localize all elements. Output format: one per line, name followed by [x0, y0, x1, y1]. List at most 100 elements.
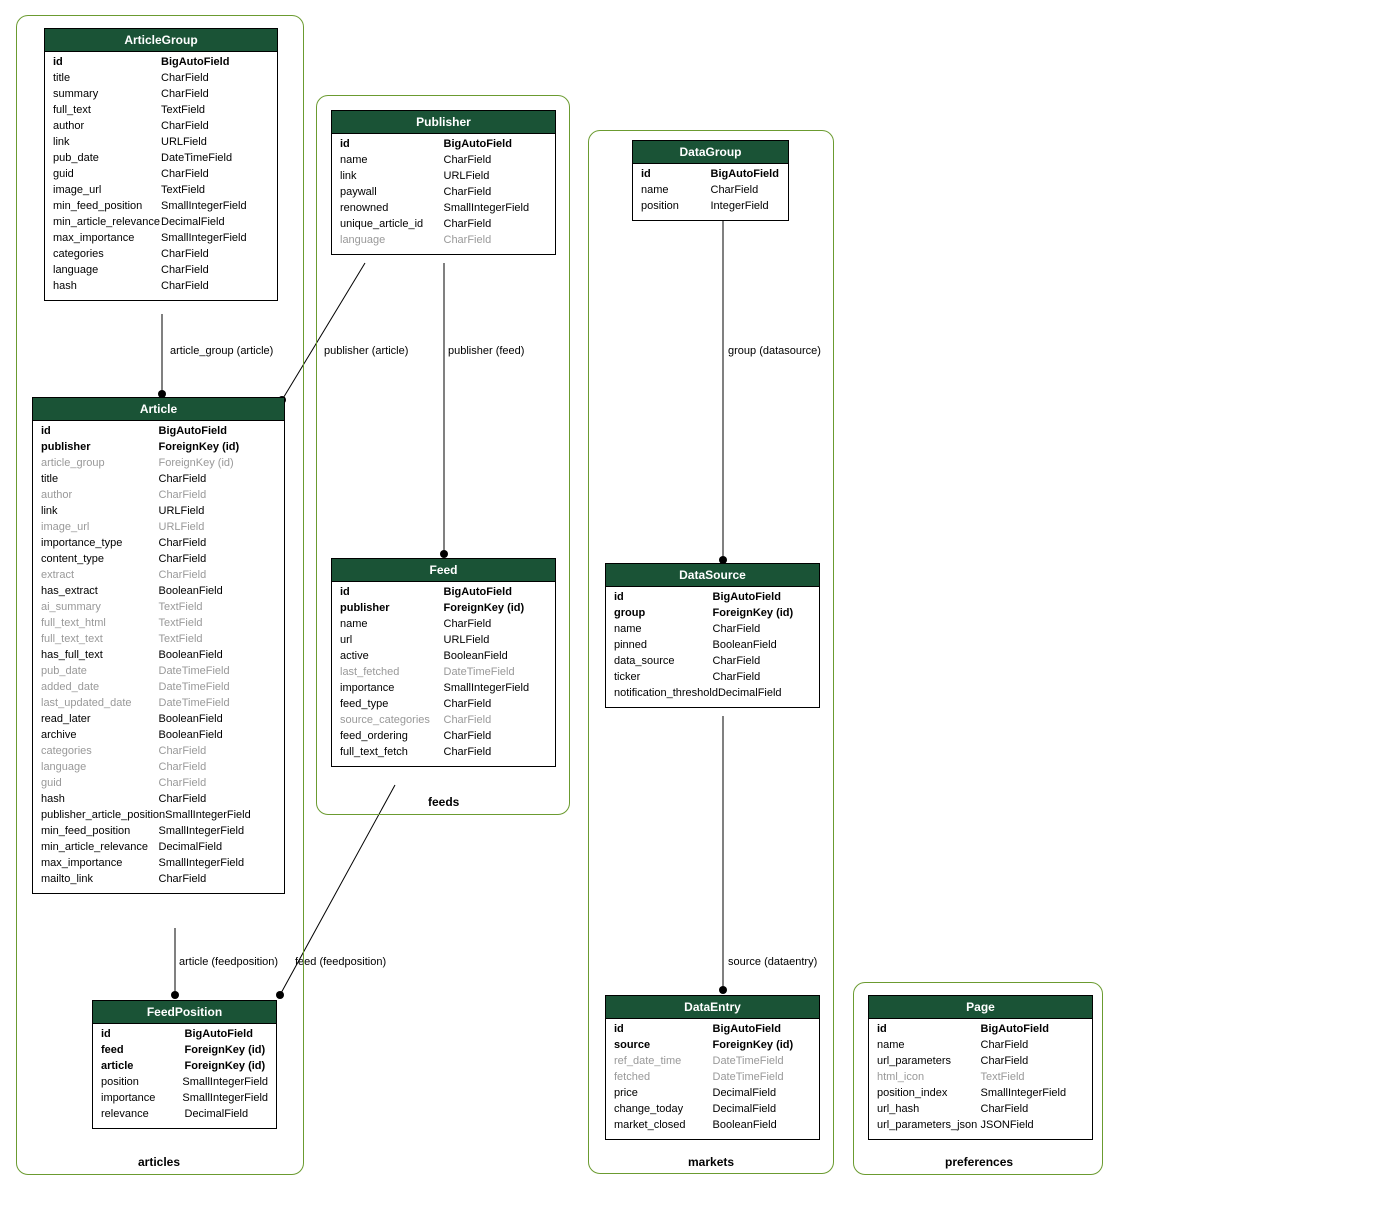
field-name: hash	[53, 280, 161, 294]
field-type: BooleanField	[159, 649, 277, 663]
field-name: pub_date	[41, 665, 159, 679]
field-name: publisher_article_position	[41, 809, 165, 823]
field-type: JSONField	[981, 1119, 1085, 1133]
entity-datagroup: DataGroup idBigAutoFieldnameCharFieldpos…	[632, 140, 789, 221]
table-row: relevanceDecimalField	[101, 1107, 268, 1123]
field-name: min_article_relevance	[41, 841, 159, 855]
field-type: CharField	[444, 154, 548, 168]
field-name: link	[53, 136, 161, 150]
field-name: read_later	[41, 713, 159, 727]
table-row: idBigAutoField	[340, 585, 547, 601]
table-row: titleCharField	[53, 71, 269, 87]
field-name: full_text_fetch	[340, 746, 444, 760]
rel-label-feed-fp: feed (feedposition)	[295, 956, 386, 968]
table-row: mailto_linkCharField	[41, 872, 276, 888]
table-row: linkURLField	[53, 135, 269, 151]
field-type: ForeignKey (id)	[185, 1060, 269, 1074]
field-name: article_group	[41, 457, 159, 471]
table-row: linkURLField	[340, 169, 547, 185]
field-type: CharField	[161, 280, 269, 294]
field-type: URLField	[444, 634, 548, 648]
field-name: id	[101, 1028, 185, 1042]
field-type: TextField	[981, 1071, 1085, 1085]
entity-page: Page idBigAutoFieldnameCharFieldurl_para…	[868, 995, 1093, 1140]
field-type: CharField	[711, 184, 781, 198]
field-type: URLField	[161, 136, 269, 150]
table-row: idBigAutoField	[340, 137, 547, 153]
field-name: ai_summary	[41, 601, 159, 615]
field-type: URLField	[444, 170, 548, 184]
field-name: link	[41, 505, 159, 519]
field-name: publisher	[340, 602, 444, 616]
field-name: pub_date	[53, 152, 161, 166]
field-name: name	[614, 623, 713, 637]
field-name: feed	[101, 1044, 185, 1058]
field-name: renowned	[340, 202, 444, 216]
field-name: hash	[41, 793, 159, 807]
table-row: pub_dateDateTimeField	[41, 664, 276, 680]
field-name: id	[53, 56, 161, 70]
field-type: DecimalField	[718, 687, 811, 701]
entity-title-page: Page	[869, 996, 1092, 1019]
field-type: BigAutoField	[444, 138, 548, 152]
container-label-articles: articles	[138, 1155, 180, 1169]
field-name: ref_date_time	[614, 1055, 713, 1069]
field-type: DecimalField	[161, 216, 269, 230]
table-row: last_fetchedDateTimeField	[340, 665, 547, 681]
table-row: nameCharField	[340, 617, 547, 633]
entity-article: Article idBigAutoFieldpublisherForeignKe…	[32, 397, 285, 894]
table-row: position_indexSmallIntegerField	[877, 1086, 1084, 1102]
field-type: DateTimeField	[159, 665, 277, 679]
field-name: mailto_link	[41, 873, 159, 887]
field-type: ForeignKey (id)	[159, 441, 277, 455]
table-row: pinnedBooleanField	[614, 638, 811, 654]
table-row: categoriesCharField	[41, 744, 276, 760]
field-name: author	[53, 120, 161, 134]
field-type: TextField	[159, 617, 277, 631]
field-type: SmallIntegerField	[159, 825, 277, 839]
field-type: CharField	[159, 761, 277, 775]
table-row: importance_typeCharField	[41, 536, 276, 552]
table-row: change_todayDecimalField	[614, 1102, 811, 1118]
table-row: positionSmallIntegerField	[101, 1075, 268, 1091]
field-name: language	[53, 264, 161, 278]
field-type: BigAutoField	[711, 168, 781, 182]
field-name: change_today	[614, 1103, 713, 1117]
field-name: id	[340, 138, 444, 152]
field-name: min_feed_position	[41, 825, 159, 839]
field-type: CharField	[713, 623, 812, 637]
table-row: min_feed_positionSmallIntegerField	[53, 199, 269, 215]
table-row: urlURLField	[340, 633, 547, 649]
field-name: id	[41, 425, 159, 439]
field-type: DateTimeField	[713, 1055, 812, 1069]
table-row: idBigAutoField	[614, 1022, 811, 1038]
field-type: BigAutoField	[161, 56, 269, 70]
field-type: URLField	[159, 521, 277, 535]
field-name: feed_type	[340, 698, 444, 712]
table-row: source_categoriesCharField	[340, 713, 547, 729]
entity-title-feedposition: FeedPosition	[93, 1001, 276, 1024]
field-name: group	[614, 607, 713, 621]
field-name: has_extract	[41, 585, 159, 599]
field-name: url	[340, 634, 444, 648]
table-row: idBigAutoField	[101, 1027, 268, 1043]
table-row: notification_thresholdDecimalField	[614, 686, 811, 702]
table-row: image_urlTextField	[53, 183, 269, 199]
field-type: DecimalField	[713, 1087, 812, 1101]
table-row: positionIntegerField	[641, 199, 780, 215]
field-name: min_feed_position	[53, 200, 161, 214]
table-row: ref_date_timeDateTimeField	[614, 1054, 811, 1070]
table-row: nameCharField	[340, 153, 547, 169]
field-name: max_importance	[41, 857, 159, 871]
table-row: max_importanceSmallIntegerField	[41, 856, 276, 872]
table-row: sourceForeignKey (id)	[614, 1038, 811, 1054]
field-type: CharField	[444, 714, 548, 728]
table-row: full_text_textTextField	[41, 632, 276, 648]
table-row: has_extractBooleanField	[41, 584, 276, 600]
field-name: market_closed	[614, 1119, 713, 1133]
field-name: position	[101, 1076, 182, 1090]
field-type: CharField	[159, 793, 277, 807]
field-name: added_date	[41, 681, 159, 695]
field-type: CharField	[161, 72, 269, 86]
field-type: BigAutoField	[981, 1023, 1085, 1037]
